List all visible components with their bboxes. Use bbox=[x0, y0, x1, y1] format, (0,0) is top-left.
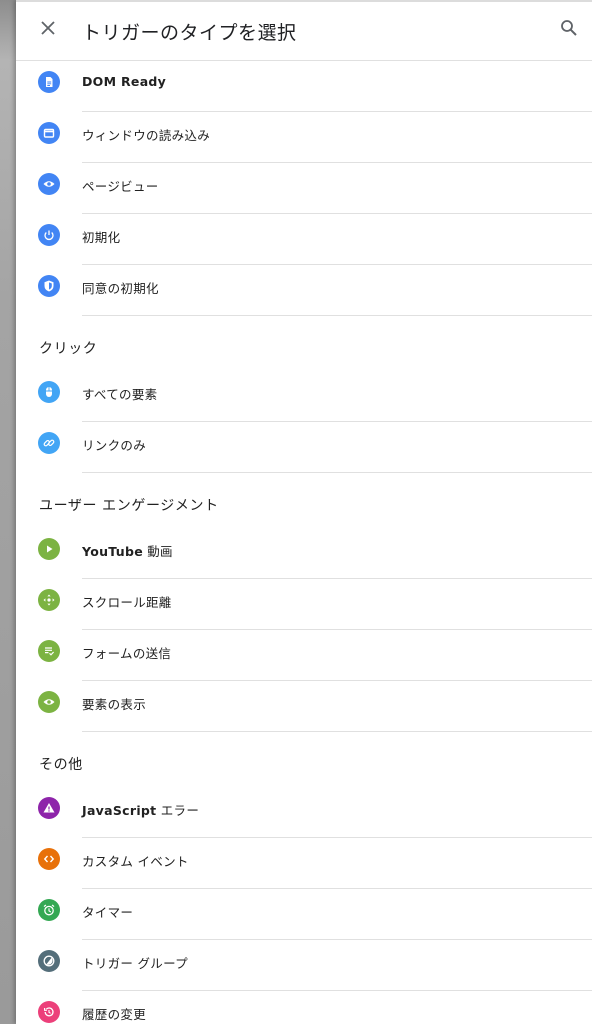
window-icon bbox=[38, 122, 60, 144]
page-title: トリガーのタイプを選択 bbox=[82, 22, 297, 44]
close-button[interactable] bbox=[36, 18, 60, 42]
link-icon bbox=[38, 432, 60, 454]
trigger-item-custom-event[interactable]: カスタム イベント bbox=[16, 838, 592, 889]
trigger-item-label: フォームの送信 bbox=[82, 646, 172, 661]
eye-icon bbox=[38, 173, 60, 195]
trigger-item-label: リンクのみ bbox=[82, 438, 147, 453]
section-title: クリック bbox=[39, 341, 98, 357]
trigger-item-dom-ready[interactable]: DOM Ready bbox=[16, 61, 592, 112]
trigger-item-label: 初期化 bbox=[82, 230, 121, 245]
trigger-item-consent-initialization[interactable]: 同意の初期化 bbox=[16, 265, 592, 316]
section-other: その他 bbox=[16, 732, 592, 787]
trigger-item-youtube-video[interactable]: YouTube 動画 bbox=[16, 528, 592, 579]
alarm-icon bbox=[38, 899, 60, 921]
scroll-arrows-icon bbox=[38, 589, 60, 611]
trigger-item-element-visibility[interactable]: 要素の表示 bbox=[16, 681, 592, 732]
trigger-item-scroll-depth[interactable]: スクロール距離 bbox=[16, 579, 592, 630]
trigger-item-all-elements[interactable]: すべての要素 bbox=[16, 371, 592, 422]
trigger-item-label: 同意の初期化 bbox=[82, 281, 159, 296]
trigger-item-label: ページビュー bbox=[82, 179, 159, 194]
trigger-item-label: DOM Ready bbox=[82, 74, 167, 89]
trigger-item-timer[interactable]: タイマー bbox=[16, 889, 592, 940]
trigger-type-panel: トリガーのタイプを選択 DOM Ready ウィンドウの読み込み ページビュー … bbox=[16, 0, 592, 1024]
section-title: ユーザー エンゲージメント bbox=[39, 498, 219, 514]
trigger-item-trigger-group[interactable]: トリガー グループ bbox=[16, 940, 592, 991]
trigger-group-icon bbox=[38, 950, 60, 972]
section-title: その他 bbox=[39, 757, 83, 773]
section-click: クリック bbox=[16, 316, 592, 371]
code-icon bbox=[38, 848, 60, 870]
trigger-item-label: カスタム イベント bbox=[82, 854, 189, 869]
section-user-engagement: ユーザー エンゲージメント bbox=[16, 473, 592, 528]
trigger-item-just-links[interactable]: リンクのみ bbox=[16, 422, 592, 473]
panel-header: トリガーのタイプを選択 bbox=[16, 2, 592, 61]
warning-icon bbox=[38, 797, 60, 819]
search-button[interactable] bbox=[558, 19, 580, 41]
history-icon bbox=[38, 1001, 60, 1023]
shield-icon bbox=[38, 275, 60, 297]
play-icon bbox=[38, 538, 60, 560]
trigger-item-form-submission[interactable]: フォームの送信 bbox=[16, 630, 592, 681]
trigger-item-label: スクロール距離 bbox=[82, 595, 172, 610]
document-icon bbox=[38, 71, 60, 93]
power-icon bbox=[38, 224, 60, 246]
search-icon bbox=[560, 19, 578, 41]
trigger-item-javascript-error[interactable]: JavaScript エラー bbox=[16, 787, 592, 838]
backdrop-shade bbox=[0, 0, 16, 1024]
trigger-item-window-loaded[interactable]: ウィンドウの読み込み bbox=[16, 112, 592, 163]
trigger-item-label: ウィンドウの読み込み bbox=[82, 128, 211, 143]
trigger-type-list: DOM Ready ウィンドウの読み込み ページビュー 初期化 同意の初期化 ク… bbox=[16, 61, 592, 1024]
trigger-item-label: 履歴の変更 bbox=[82, 1007, 147, 1022]
trigger-item-label: YouTube 動画 bbox=[82, 544, 173, 559]
eye-icon bbox=[38, 691, 60, 713]
form-submit-icon bbox=[38, 640, 60, 662]
trigger-item-history-change[interactable]: 履歴の変更 bbox=[16, 991, 592, 1024]
close-icon bbox=[40, 20, 56, 40]
mouse-icon bbox=[38, 381, 60, 403]
trigger-item-label: 要素の表示 bbox=[82, 697, 147, 712]
trigger-item-label: すべての要素 bbox=[82, 387, 158, 402]
trigger-item-label: タイマー bbox=[82, 905, 134, 920]
trigger-item-page-view[interactable]: ページビュー bbox=[16, 163, 592, 214]
trigger-item-label: トリガー グループ bbox=[82, 956, 188, 971]
trigger-item-initialization[interactable]: 初期化 bbox=[16, 214, 592, 265]
trigger-item-label: JavaScript エラー bbox=[82, 803, 200, 818]
